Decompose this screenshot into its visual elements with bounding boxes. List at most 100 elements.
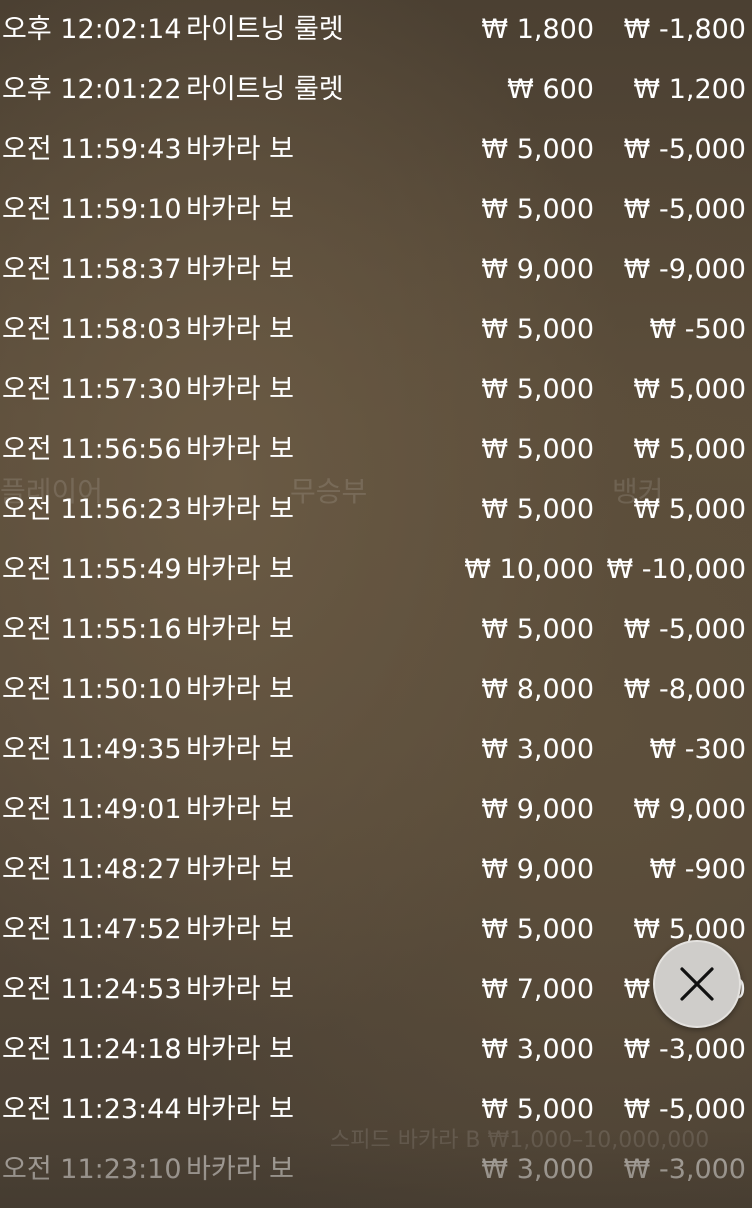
win-amount: ₩ -5,000 (623, 194, 746, 225)
win-amount: ₩ -5,000 (623, 134, 746, 165)
bet-amount: ₩ 3,000 (481, 1034, 594, 1065)
win-amount: ₩ -900 (649, 854, 746, 885)
history-row[interactable]: 오전 11:57:30 바카라 보 ₩ 5,000 ₩ 5,000 (0, 360, 752, 420)
history-row[interactable]: 오전 11:23:44 바카라 보 ₩ 5,000 ₩ -5,000 (0, 1080, 752, 1140)
history-row[interactable]: 오전 11:23:10 바카라 보 ₩ 3,000 ₩ -3,000 (0, 1140, 752, 1200)
win-amount: ₩ -5,000 (623, 1094, 746, 1125)
bet-time: 오전 11:24:53 (2, 974, 182, 1005)
bet-time: 오후 12:01:22 (2, 74, 182, 105)
win-amount: ₩ 5,000 (633, 374, 746, 405)
bet-amount: ₩ 8,000 (481, 674, 594, 705)
history-row[interactable]: 오전 11:24:18 바카라 보 ₩ 3,000 ₩ -3,000 (0, 1020, 752, 1080)
bet-time: 오전 11:57:30 (2, 374, 182, 405)
game-name: 바카라 보 (186, 194, 294, 225)
win-amount: ₩ 1,200 (633, 74, 746, 105)
bet-time: 오전 11:58:03 (2, 314, 182, 345)
bet-amount: ₩ 5,000 (481, 314, 594, 345)
game-name: 바카라 보 (186, 1034, 294, 1065)
bet-amount: ₩ 1,800 (481, 14, 594, 45)
game-name: 바카라 보 (186, 794, 294, 825)
history-row[interactable]: 오전 11:58:37 바카라 보 ₩ 9,000 ₩ -9,000 (0, 240, 752, 300)
history-row[interactable]: 오전 11:49:01 바카라 보 ₩ 9,000 ₩ 9,000 (0, 780, 752, 840)
game-name: 바카라 보 (186, 614, 294, 645)
bet-time: 오전 11:59:10 (2, 194, 182, 225)
history-row[interactable]: 오전 11:55:16 바카라 보 ₩ 5,000 ₩ -5,000 (0, 600, 752, 660)
bet-amount: ₩ 9,000 (481, 794, 594, 825)
bet-amount: ₩ 5,000 (481, 134, 594, 165)
bet-amount: ₩ 10,000 (464, 554, 594, 585)
win-amount: ₩ -8,000 (623, 674, 746, 705)
bet-time: 오전 11:49:35 (2, 734, 182, 765)
bet-time: 오전 11:49:01 (2, 794, 182, 825)
bet-amount: ₩ 5,000 (481, 494, 594, 525)
win-amount: ₩ -500 (649, 314, 746, 345)
history-row[interactable]: 오전 11:50:10 바카라 보 ₩ 8,000 ₩ -8,000 (0, 660, 752, 720)
win-amount: ₩ 5,000 (633, 494, 746, 525)
game-name: 바카라 보 (186, 374, 294, 405)
game-name: 바카라 보 (186, 314, 294, 345)
game-name: 바카라 보 (186, 134, 294, 165)
bet-amount: ₩ 9,000 (481, 854, 594, 885)
history-row[interactable]: 오전 11:55:49 바카라 보 ₩ 10,000 ₩ -10,000 (0, 540, 752, 600)
game-name: 바카라 보 (186, 974, 294, 1005)
game-name: 바카라 보 (186, 494, 294, 525)
bet-amount: ₩ 9,000 (481, 254, 594, 285)
win-amount: ₩ -1,800 (623, 14, 746, 45)
win-amount: ₩ -3,000 (623, 1154, 746, 1185)
win-amount: ₩ -300 (649, 734, 746, 765)
bet-amount: ₩ 3,000 (481, 1154, 594, 1185)
history-row[interactable]: 오전 11:49:35 바카라 보 ₩ 3,000 ₩ -300 (0, 720, 752, 780)
history-row[interactable]: 오전 11:58:03 바카라 보 ₩ 5,000 ₩ -500 (0, 300, 752, 360)
history-row[interactable]: 오전 11:47:52 바카라 보 ₩ 5,000 ₩ 5,000 (0, 900, 752, 960)
win-amount: ₩ -9,000 (623, 254, 746, 285)
bet-time: 오전 11:50:10 (2, 674, 182, 705)
bet-time: 오전 11:23:44 (2, 1094, 182, 1125)
history-row[interactable]: 오전 11:56:56 바카라 보 ₩ 5,000 ₩ 5,000 (0, 420, 752, 480)
history-row[interactable]: 오전 11:56:23 바카라 보 ₩ 5,000 ₩ 5,000 (0, 480, 752, 540)
game-name: 바카라 보 (186, 674, 294, 705)
bet-time: 오전 11:56:56 (2, 434, 182, 465)
game-name: 바카라 보 (186, 554, 294, 585)
win-amount: ₩ 5,000 (633, 434, 746, 465)
bet-time: 오전 11:48:27 (2, 854, 182, 885)
history-row[interactable]: 오전 11:59:10 바카라 보 ₩ 5,000 ₩ -5,000 (0, 180, 752, 240)
bet-amount: ₩ 3,000 (481, 734, 594, 765)
game-name: 바카라 보 (186, 914, 294, 945)
bet-time: 오전 11:59:43 (2, 134, 182, 165)
game-name: 라이트닝 룰렛 (186, 74, 344, 105)
bet-time: 오전 11:55:49 (2, 554, 182, 585)
game-name: 바카라 보 (186, 1094, 294, 1125)
win-amount: ₩ -10,000 (606, 554, 747, 585)
bet-amount: ₩ 600 (507, 74, 594, 105)
bet-amount: ₩ 7,000 (481, 974, 594, 1005)
bet-time: 오전 11:58:37 (2, 254, 182, 285)
win-amount: ₩ -5,000 (623, 614, 746, 645)
history-row[interactable]: 오전 11:24:53바카라 보₩ 7,000₩ -7,000 (0, 960, 752, 1020)
game-name: 바카라 보 (186, 854, 294, 885)
bet-time: 오전 11:56:23 (2, 494, 182, 525)
bet-time: 오후 12:02:14 (2, 14, 182, 45)
close-button[interactable] (653, 940, 741, 1028)
bet-time: 오전 11:55:16 (2, 614, 182, 645)
win-amount: ₩ 9,000 (633, 794, 746, 825)
bet-amount: ₩ 5,000 (481, 914, 594, 945)
close-icon (680, 967, 714, 1001)
bet-time: 오전 11:23:10 (2, 1154, 182, 1185)
history-row[interactable]: 오후 12:02:14 라이트닝 룰렛 ₩ 1,800 ₩ -1,800 (0, 0, 752, 60)
win-amount: ₩ -3,000 (623, 1034, 746, 1065)
history-row[interactable]: 오전 11:59:43 바카라 보 ₩ 5,000 ₩ -5,000 (0, 120, 752, 180)
game-name: 바카라 보 (186, 734, 294, 765)
game-name: 라이트닝 룰렛 (186, 14, 344, 45)
game-name: 바카라 보 (186, 434, 294, 465)
bet-amount: ₩ 5,000 (481, 434, 594, 465)
bet-time: 오전 11:24:18 (2, 1034, 182, 1065)
bet-amount: ₩ 5,000 (481, 614, 594, 645)
history-row[interactable]: 오전 11:48:27 바카라 보 ₩ 9,000 ₩ -900 (0, 840, 752, 900)
bet-amount: ₩ 5,000 (481, 194, 594, 225)
game-name: 바카라 보 (186, 1154, 294, 1185)
bet-time: 오전 11:47:52 (2, 914, 182, 945)
history-row[interactable]: 오후 12:01:22 라이트닝 룰렛 ₩ 600 ₩ 1,200 (0, 60, 752, 120)
game-name: 바카라 보 (186, 254, 294, 285)
bet-amount: ₩ 5,000 (481, 1094, 594, 1125)
bet-history-list[interactable]: 오후 12:02:14 라이트닝 룰렛 ₩ 1,800 ₩ -1,800 오후 12:0… (0, 0, 752, 1208)
